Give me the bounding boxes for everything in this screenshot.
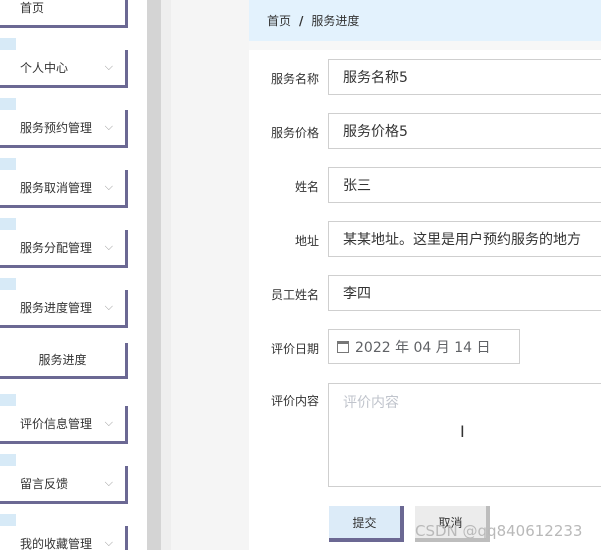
sidebar-item-label: 服务进度	[38, 353, 87, 367]
chevron-down-icon: ⌵	[104, 180, 113, 193]
sidebar-item-marker	[0, 278, 16, 290]
sidebar-item-marker	[0, 38, 16, 50]
main-panel: 首页 / 服务进度 服务名称 服务名称5 服务价格 服务价格5 姓名 张三 地址…	[249, 0, 601, 550]
chevron-down-icon: ⌵	[104, 60, 113, 73]
breadcrumb-current: 服务进度	[311, 14, 360, 28]
sidebar-item-review[interactable]: 评价信息管理 ⌵	[0, 406, 128, 444]
review-date-label: 评价日期	[270, 342, 319, 356]
sidebar: 首页 个人中心 ⌵ 服务预约管理 ⌵ 服务取消管理 ⌵ 服务分配管理 ⌵ 服务进…	[0, 0, 150, 550]
submit-button[interactable]: 提交	[329, 506, 404, 542]
sidebar-item-label: 个人中心	[20, 61, 69, 75]
chevron-down-icon: ⌵	[104, 300, 113, 313]
calendar-icon	[337, 340, 349, 353]
sidebar-item-marker	[0, 158, 16, 170]
breadcrumb-divider	[249, 41, 601, 50]
sidebar-item-label: 服务分配管理	[20, 241, 93, 255]
sidebar-item-label: 服务预约管理	[20, 121, 93, 135]
address-input[interactable]: 某某地址。这里是用户预约服务的地方	[328, 221, 601, 257]
sidebar-item-label: 评价信息管理	[20, 417, 93, 431]
name-input[interactable]: 张三	[328, 167, 601, 203]
sidebar-item-marker	[0, 514, 16, 526]
breadcrumb-separator: /	[299, 13, 304, 28]
staff-name-label: 员工姓名	[270, 288, 319, 302]
sidebar-item-label: 留言反馈	[20, 477, 69, 491]
sidebar-item-favorites[interactable]: 我的收藏管理 ⌵	[0, 526, 128, 550]
sidebar-item-marker	[0, 394, 16, 406]
sidebar-item-label: 服务进度管理	[20, 301, 93, 315]
service-name-input[interactable]: 服务名称5	[328, 59, 601, 95]
sidebar-subitem-progress[interactable]: 服务进度	[0, 343, 128, 379]
sidebar-item-cancel[interactable]: 服务取消管理 ⌵	[0, 170, 128, 208]
sidebar-divider	[161, 0, 171, 550]
name-value: 张三	[343, 178, 371, 194]
staff-name-input[interactable]: 李四	[328, 275, 601, 311]
sidebar-item-label: 服务取消管理	[20, 181, 93, 195]
name-label: 姓名	[294, 180, 319, 194]
breadcrumb-home[interactable]: 首页	[267, 12, 291, 29]
sidebar-item-personal-center[interactable]: 个人中心 ⌵	[0, 50, 128, 88]
chevron-down-icon: ⌵	[104, 240, 113, 253]
sidebar-item-marker	[0, 218, 16, 230]
service-price-input[interactable]: 服务价格5	[328, 113, 601, 149]
breadcrumb: 首页 / 服务进度	[249, 0, 601, 41]
sidebar-item-home[interactable]: 首页	[0, 0, 128, 28]
watermark: CSDN @qq840612233	[415, 522, 583, 540]
service-price-value: 服务价格5	[343, 124, 408, 140]
sidebar-scrollbar[interactable]	[147, 0, 161, 550]
sidebar-item-label: 我的收藏管理	[20, 537, 93, 550]
staff-name-value: 李四	[343, 286, 371, 302]
text-cursor-icon: I	[460, 422, 465, 441]
sidebar-item-booking[interactable]: 服务预约管理 ⌵	[0, 110, 128, 148]
content-background	[171, 0, 249, 550]
sidebar-item-progress-mgmt[interactable]: 服务进度管理 ⌵	[0, 290, 128, 328]
review-content-label: 评价内容	[270, 394, 319, 408]
address-value: 某某地址。这里是用户预约服务的地方	[343, 232, 581, 248]
sidebar-item-marker	[0, 454, 16, 466]
review-date-picker[interactable]: 2022 年 04 月 14 日	[328, 329, 520, 364]
service-price-label: 服务价格	[270, 126, 319, 140]
chevron-down-icon: ⌵	[104, 120, 113, 133]
service-name-value: 服务名称5	[343, 70, 408, 86]
review-date-value: 2022 年 04 月 14 日	[355, 339, 491, 356]
address-label: 地址	[294, 234, 319, 248]
chevron-down-icon: ⌵	[104, 416, 113, 429]
service-name-label: 服务名称	[270, 72, 319, 86]
sidebar-item-label: 首页	[20, 1, 45, 15]
sidebar-item-marker	[0, 98, 16, 110]
review-content-placeholder: 评价内容	[343, 395, 399, 411]
chevron-down-icon: ⌵	[104, 476, 113, 489]
submit-button-label: 提交	[352, 515, 377, 530]
sidebar-item-assign[interactable]: 服务分配管理 ⌵	[0, 230, 128, 268]
chevron-down-icon: ⌵	[104, 536, 113, 549]
sidebar-item-feedback[interactable]: 留言反馈 ⌵	[0, 466, 128, 504]
